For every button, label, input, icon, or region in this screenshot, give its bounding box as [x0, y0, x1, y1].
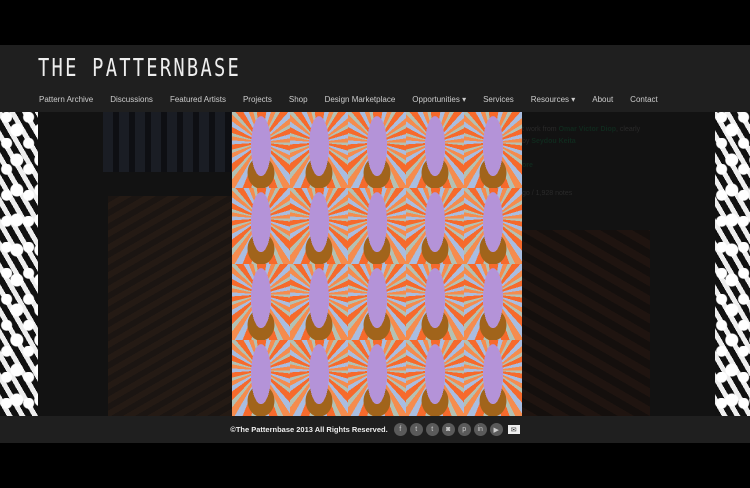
site-logo[interactable]: THE PATTERNBASE: [38, 53, 241, 82]
instagram-icon[interactable]: ◙: [441, 423, 455, 436]
nav-about[interactable]: About: [592, 95, 613, 104]
facebook-icon[interactable]: f: [393, 423, 407, 436]
nav-shop[interactable]: Shop: [289, 95, 308, 104]
notes-count: go / 1,928 notes: [522, 190, 573, 197]
nav-resources[interactable]: Resources ▾: [531, 95, 575, 104]
main-nav: Pattern Archive Discussions Featured Art…: [39, 95, 675, 104]
left-pattern-strip: [0, 112, 38, 416]
copyright-text: ©The Patternbase 2013 All Rights Reserve…: [230, 425, 388, 434]
nav-services[interactable]: Services: [483, 95, 514, 104]
site-header: THE PATTERNBASE Pattern Archive Discussi…: [0, 45, 750, 112]
pinterest-icon[interactable]: p: [457, 423, 471, 436]
lightbox-pattern-image[interactable]: [232, 112, 522, 416]
background-thumbnail: [522, 230, 650, 416]
content-area: t work from Omar Victor Diop, clearly by…: [0, 112, 750, 416]
mail-icon[interactable]: ✉: [507, 425, 520, 434]
post-text: , clearly: [616, 126, 641, 133]
artist-link[interactable]: Seydou Keita: [531, 138, 575, 145]
background-thumbnail: [103, 112, 233, 172]
post-text: by: [522, 138, 532, 145]
right-pattern-strip: [715, 112, 750, 416]
more-link[interactable]: ore: [522, 162, 533, 169]
nav-contact[interactable]: Contact: [630, 95, 658, 104]
background-post-text: t work from Omar Victor Diop, clearly by…: [522, 124, 640, 172]
twitter-icon[interactable]: t: [409, 423, 423, 436]
nav-discussions[interactable]: Discussions: [110, 95, 153, 104]
nav-projects[interactable]: Projects: [243, 95, 272, 104]
site-footer: ©The Patternbase 2013 All Rights Reserve…: [0, 416, 750, 443]
nav-design-marketplace[interactable]: Design Marketplace: [325, 95, 396, 104]
nav-featured-artists[interactable]: Featured Artists: [170, 95, 226, 104]
nav-pattern-archive[interactable]: Pattern Archive: [39, 95, 93, 104]
youtube-icon[interactable]: ▶: [489, 423, 503, 436]
background-thumbnail: [108, 196, 233, 416]
tumblr-icon[interactable]: t: [425, 423, 439, 436]
nav-opportunities[interactable]: Opportunities ▾: [412, 95, 466, 104]
linkedin-icon[interactable]: in: [473, 423, 487, 436]
post-text: t work from: [522, 126, 559, 133]
artist-link[interactable]: Omar Victor Diop: [559, 126, 616, 133]
